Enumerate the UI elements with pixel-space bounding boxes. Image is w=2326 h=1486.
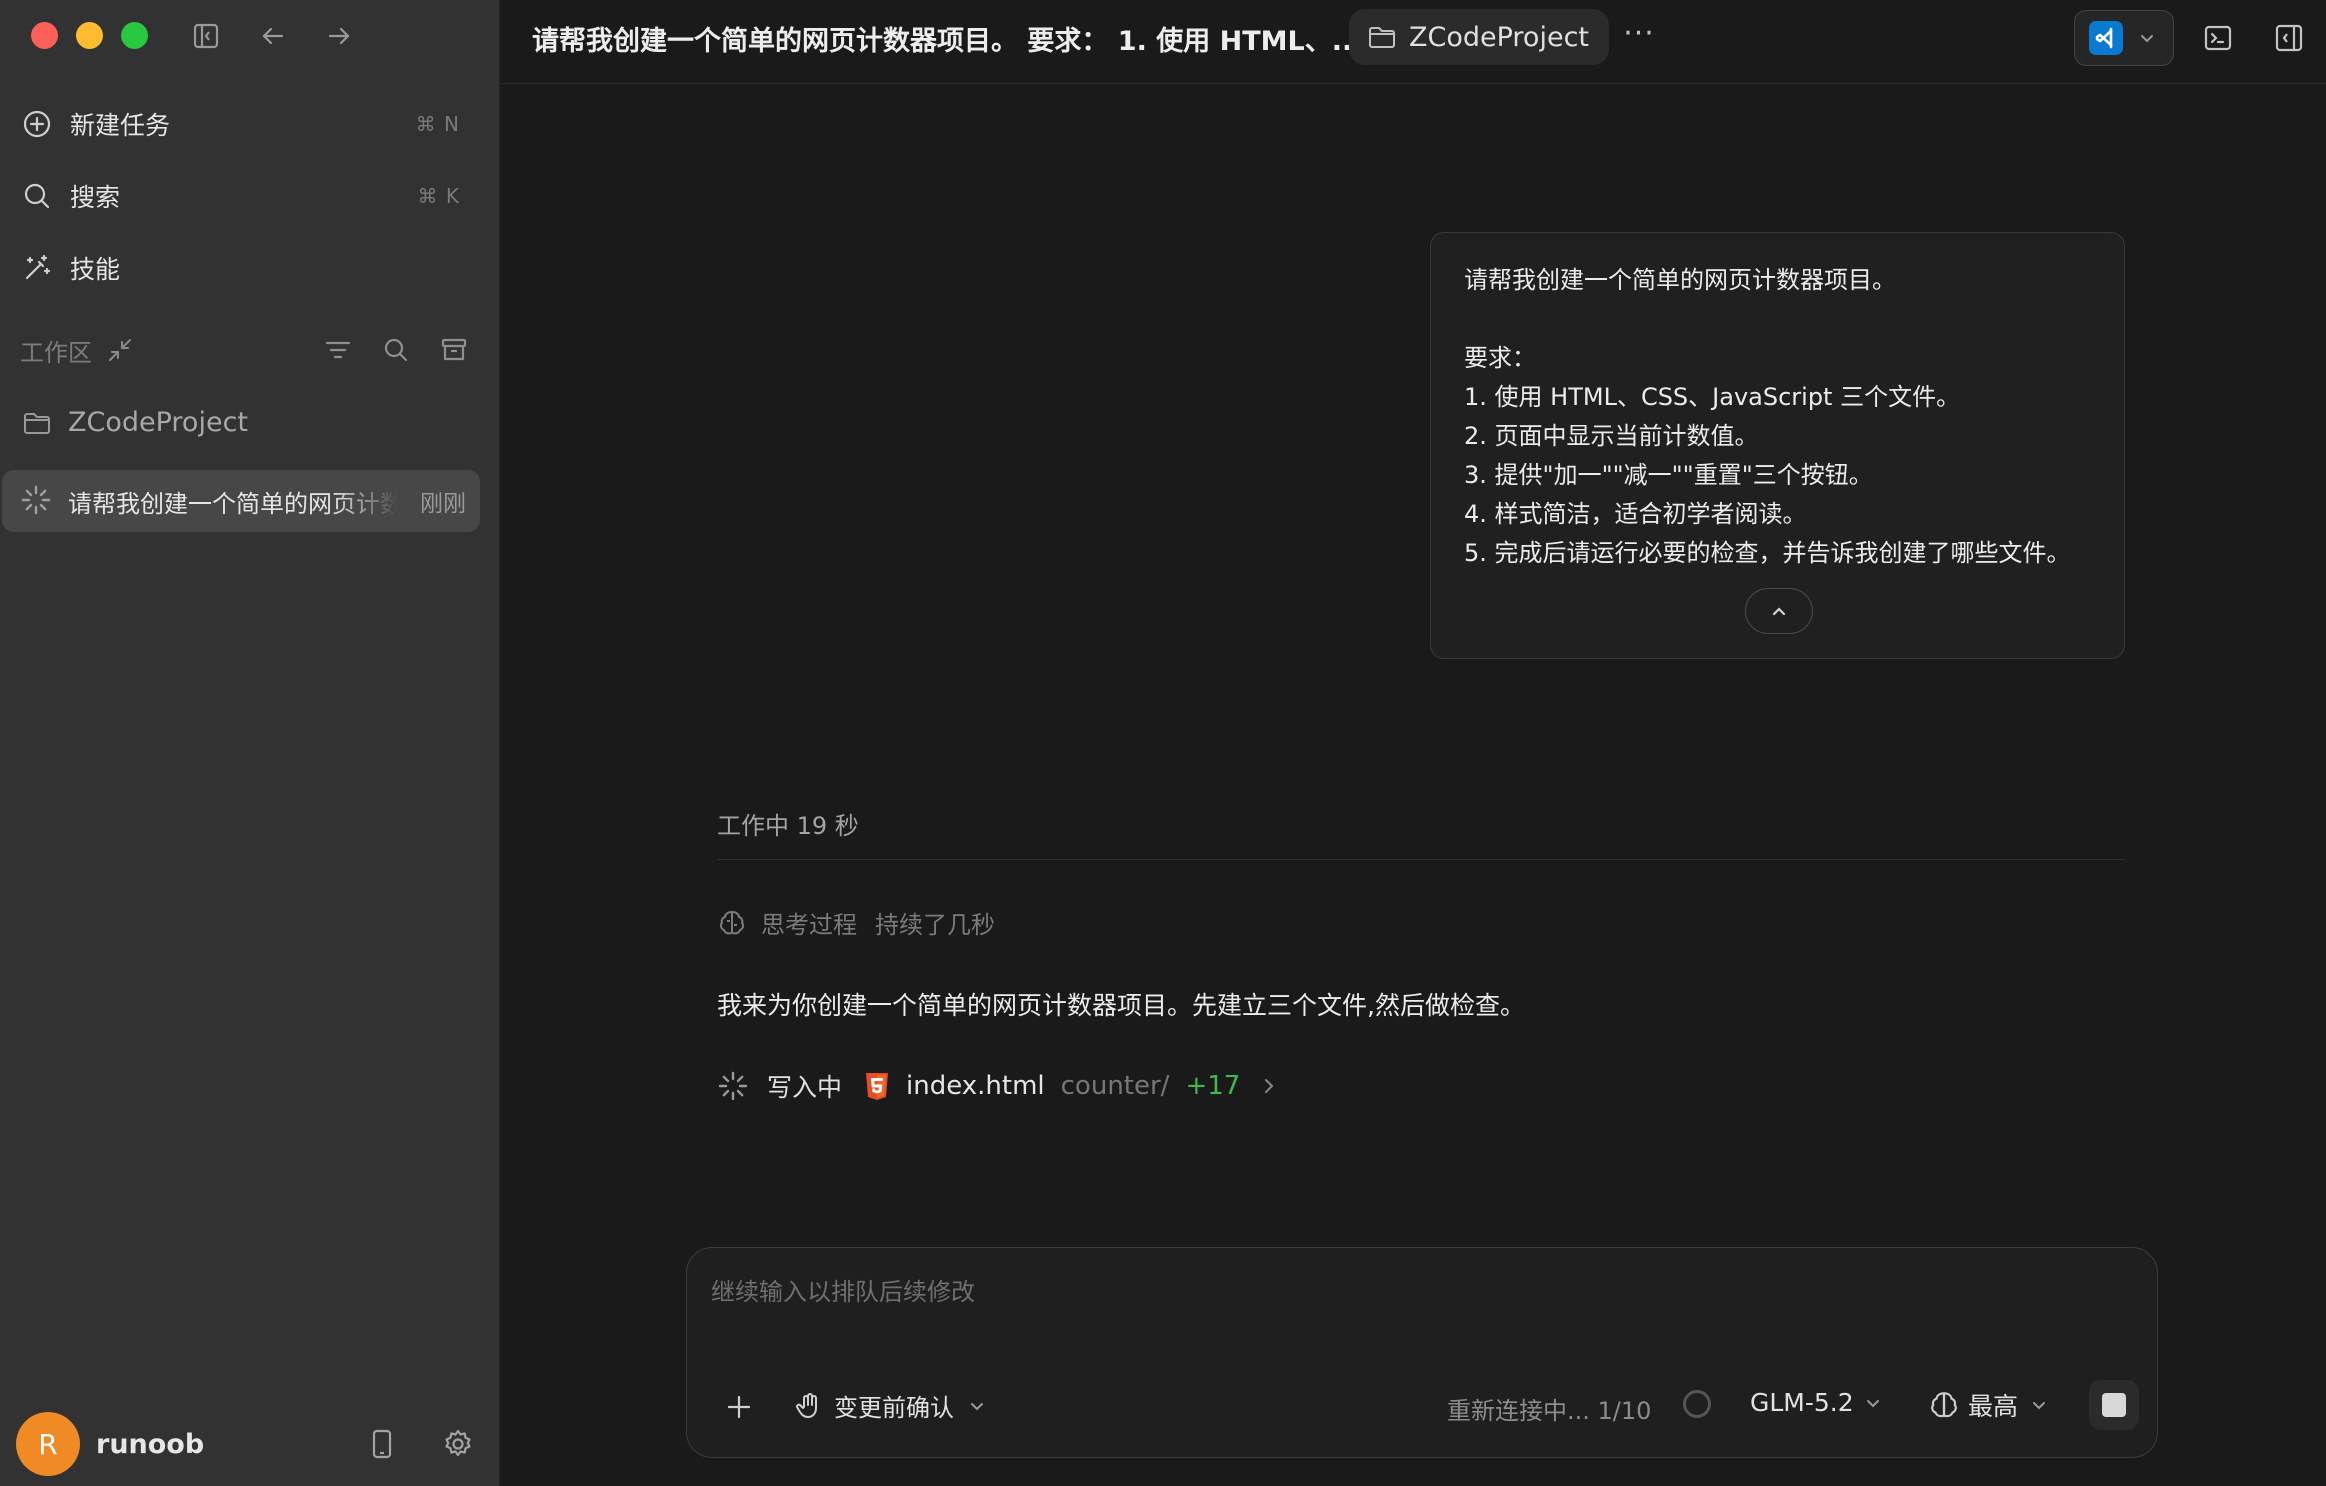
message-line: 3. 提供"加一""减一""重置"三个按钮。: [1464, 461, 1873, 489]
terminal-icon[interactable]: [2200, 20, 2236, 56]
brain-icon: [1928, 1389, 1960, 1421]
message-line: 请帮我创建一个简单的网页计数器项目。: [1464, 266, 1896, 294]
minimize-window-button[interactable]: [76, 22, 103, 49]
username[interactable]: runoob: [96, 1429, 204, 1460]
archive-icon[interactable]: [438, 334, 470, 366]
avatar[interactable]: R: [16, 1412, 80, 1476]
hand-icon: [794, 1391, 824, 1421]
file-name: index.html: [906, 1071, 1045, 1101]
model-label: GLM-5.2: [1750, 1388, 1854, 1417]
thinking-toggle[interactable]: 思考过程 持续了几秒: [717, 905, 995, 940]
zoom-window-button[interactable]: [121, 22, 148, 49]
nav-skills[interactable]: 技能: [18, 240, 478, 296]
thinking-duration: 持续了几秒: [875, 911, 995, 939]
add-attachment-icon[interactable]: [723, 1391, 755, 1423]
confirm-mode-label: 变更前确认: [834, 1394, 954, 1422]
effort-label: 最高: [1968, 1392, 2019, 1421]
main-panel: 请帮我创建一个简单的网页计数器项目。 要求： 1. 使用 HTML、... ZC…: [501, 0, 2326, 1486]
workspace-search-icon[interactable]: [380, 334, 412, 366]
composer-input[interactable]: [711, 1272, 2111, 1312]
task-item-active[interactable]: 请帮我创建一个简单的网页计数器项目。 刚刚: [2, 470, 480, 532]
project-item[interactable]: ZCodeProject: [22, 407, 248, 438]
conversation-title: 请帮我创建一个简单的网页计数器项目。 要求： 1. 使用 HTML、...: [532, 26, 1363, 57]
vscode-icon: [2089, 21, 2123, 55]
reconnect-status: 重新连接中... 1/10: [1447, 1397, 1652, 1425]
magic-wand-icon: [20, 251, 54, 285]
message-line: 4. 样式简洁，适合初学者阅读。: [1464, 500, 1807, 528]
confirm-mode-dropdown[interactable]: 变更前确认: [794, 1388, 986, 1423]
user-bar: R runoob: [16, 1412, 486, 1476]
nav-skills-label: 技能: [70, 255, 121, 284]
stop-button[interactable]: [2089, 1380, 2139, 1430]
folder-icon: [1367, 22, 1397, 52]
new-task-shortcut: ⌘ N: [415, 112, 460, 136]
message-line: 1. 使用 HTML、CSS、JavaScript 三个文件。: [1464, 383, 1961, 411]
file-directory: counter/: [1060, 1071, 1170, 1101]
brain-icon: [717, 908, 747, 938]
folder-icon: [22, 408, 52, 438]
html5-file-icon: [864, 1071, 890, 1101]
sidebar: 新建任务 ⌘ N 搜索 ⌘ K 技能 工作区 ZCodeProject 请帮我创…: [0, 0, 500, 1486]
project-name: ZCodeProject: [68, 407, 248, 438]
search-shortcut: ⌘ K: [417, 184, 460, 208]
top-bar: 请帮我创建一个简单的网页计数器项目。 要求： 1. 使用 HTML、... ZC…: [501, 0, 2326, 84]
task-time: 刚刚: [420, 491, 466, 517]
file-write-row[interactable]: 写入中 index.html counter/ +17: [717, 1068, 1280, 1104]
nav-search-label: 搜索: [70, 183, 121, 212]
loading-spinner-icon: [20, 484, 54, 518]
filter-icon[interactable]: [322, 334, 354, 366]
project-chip-label: ZCodeProject: [1409, 21, 1589, 53]
divider: [717, 859, 2125, 860]
window-controls: [31, 22, 148, 49]
nav-search[interactable]: 搜索 ⌘ K: [18, 168, 478, 224]
thinking-label: 思考过程: [761, 911, 857, 939]
search-icon: [20, 179, 54, 213]
mobile-device-icon[interactable]: [364, 1426, 400, 1462]
loading-spinner-icon: [717, 1070, 749, 1102]
model-selector[interactable]: GLM-5.2: [1750, 1388, 1882, 1417]
user-message-card: 请帮我创建一个简单的网页计数器项目。 要求： 1. 使用 HTML、CSS、Ja…: [1430, 232, 2125, 659]
nav-new-task[interactable]: 新建任务 ⌘ N: [18, 96, 478, 152]
settings-gear-icon[interactable]: [440, 1426, 476, 1462]
task-title: 请帮我创建一个简单的网页计数器项目。: [68, 489, 398, 518]
toggle-sidebar-icon[interactable]: [189, 19, 223, 53]
chevron-right-icon: [1258, 1075, 1280, 1097]
composer: 变更前确认 重新连接中... 1/10 GLM-5.2 最高: [686, 1247, 2158, 1458]
nav-new-task-label: 新建任务: [70, 111, 171, 140]
message-line: 2. 页面中显示当前计数值。: [1464, 422, 1759, 450]
plus-circle-icon: [20, 107, 54, 141]
close-window-button[interactable]: [31, 22, 58, 49]
work-status: 工作中 19 秒: [717, 812, 859, 840]
connection-ring-icon: [1683, 1390, 1711, 1418]
more-options-button[interactable]: ···: [1619, 19, 1659, 58]
diff-count: +17: [1185, 1071, 1241, 1101]
back-arrow-icon[interactable]: [256, 19, 290, 53]
collapse-arrows-icon[interactable]: [106, 336, 134, 364]
toggle-right-panel-icon[interactable]: [2271, 20, 2307, 56]
writing-label: 写入中: [767, 1073, 843, 1102]
message-line: 要求：: [1464, 344, 1536, 372]
workspace-label: 工作区: [20, 338, 92, 367]
reasoning-effort-selector[interactable]: 最高: [1928, 1387, 2048, 1423]
workspace-header: 工作区: [20, 330, 470, 370]
project-chip[interactable]: ZCodeProject: [1349, 9, 1609, 65]
assistant-message: 我来为你创建一个简单的网页计数器项目。先建立三个文件,然后做检查。: [717, 991, 1525, 1020]
open-in-editor-button[interactable]: [2074, 10, 2174, 66]
stop-square-icon: [2102, 1393, 2126, 1417]
forward-arrow-icon[interactable]: [322, 19, 356, 53]
chevron-down-icon: [1864, 1394, 1882, 1412]
chevron-down-icon[interactable]: [2137, 28, 2157, 48]
collapse-message-button[interactable]: [1745, 588, 1813, 634]
chevron-down-icon: [2030, 1396, 2048, 1414]
chevron-up-icon: [1769, 601, 1789, 621]
message-line: 5. 完成后请运行必要的检查，并告诉我创建了哪些文件。: [1464, 539, 2071, 567]
chevron-down-icon: [968, 1397, 986, 1415]
